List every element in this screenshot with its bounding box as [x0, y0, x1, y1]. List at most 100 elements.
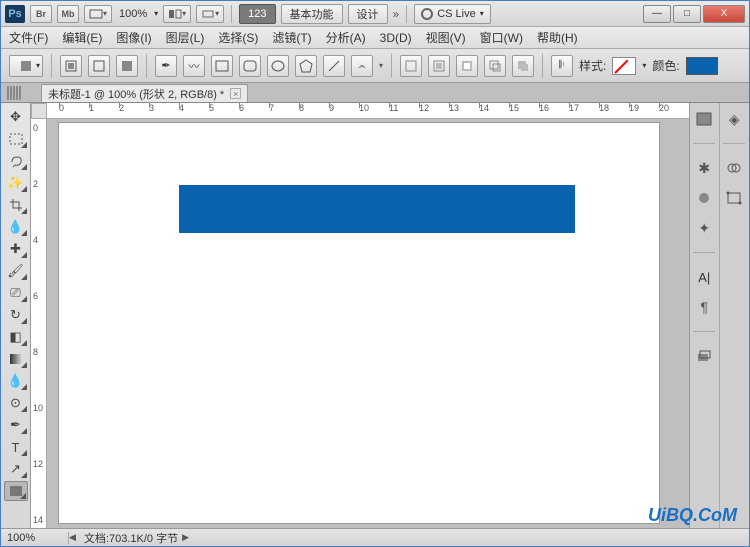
rectangle-tool[interactable]	[4, 481, 28, 501]
status-left-arrow-icon[interactable]: ◀	[69, 532, 76, 543]
ruler-origin[interactable]	[31, 103, 47, 119]
masks-panel-icon[interactable]	[693, 188, 715, 208]
pen-icon[interactable]: ✒	[155, 55, 177, 77]
vertical-ruler[interactable]: 02468101214	[31, 119, 47, 528]
shape-2-rectangle[interactable]	[179, 185, 575, 233]
path-add-icon[interactable]	[428, 55, 450, 77]
menu-file[interactable]: 文件(F)	[9, 29, 48, 46]
menu-3d[interactable]: 3D(D)	[380, 31, 412, 45]
custom-shape-icon[interactable]	[351, 55, 373, 77]
polygon-shape-icon[interactable]	[295, 55, 317, 77]
minibridge-button[interactable]: Mb	[57, 5, 79, 23]
tool-preset-dropdown[interactable]	[9, 55, 43, 77]
swatches-panel-icon[interactable]: ◈	[723, 109, 745, 129]
separator	[406, 5, 407, 23]
document-tabbar: 未标题-1 @ 100% (形状 2, RGB/8) * ×	[1, 83, 749, 103]
screen-mode-dropdown[interactable]	[84, 5, 112, 23]
gradient-tool[interactable]	[4, 349, 28, 369]
path-subtract-icon[interactable]	[456, 55, 478, 77]
link-icon[interactable]: 𝄆	[551, 55, 573, 77]
status-zoom[interactable]: 100%	[1, 532, 69, 544]
title-zoom-label[interactable]: 100%	[117, 8, 149, 20]
adjustments-panel-icon[interactable]: ✱	[693, 158, 715, 178]
paths-panel-icon[interactable]	[723, 188, 745, 208]
move-tool[interactable]: ✥	[4, 107, 28, 127]
fill-pixels-button[interactable]	[116, 55, 138, 77]
canvas-viewport[interactable]	[47, 119, 689, 528]
color-panel-icon[interactable]	[693, 109, 715, 129]
tab-close-icon[interactable]: ×	[230, 88, 241, 99]
separator	[391, 54, 392, 78]
document-tab[interactable]: 未标题-1 @ 100% (形状 2, RGB/8) * ×	[41, 84, 248, 102]
maximize-button[interactable]: □	[673, 5, 701, 23]
menubar: 文件(F) 编辑(E) 图像(I) 图层(L) 选择(S) 滤镜(T) 分析(A…	[1, 27, 749, 49]
menu-help[interactable]: 帮助(H)	[537, 29, 578, 46]
arrange-dropdown[interactable]	[163, 5, 191, 23]
eyedropper-tool[interactable]: 💧	[4, 217, 28, 237]
stamp-tool[interactable]: ⎚	[4, 283, 28, 303]
horizontal-ruler[interactable]: 01234567891011121314151617181920	[47, 103, 689, 119]
extras-dropdown[interactable]	[196, 5, 224, 23]
separator	[542, 54, 543, 78]
menu-select[interactable]: 选择(S)	[218, 29, 258, 46]
path-intersect-icon[interactable]	[484, 55, 506, 77]
workspace-123[interactable]: 123	[239, 4, 275, 24]
workspace-more[interactable]: »	[393, 7, 400, 21]
path-new-icon[interactable]	[400, 55, 422, 77]
options-bar: ✒ 〰 ▾ 𝄆 样式: ▾ 颜色:	[1, 49, 749, 83]
history-brush-tool[interactable]: ↻	[4, 305, 28, 325]
paragraph-panel-icon[interactable]: ¶	[693, 297, 715, 317]
cslive-icon	[421, 8, 433, 20]
ellipse-shape-icon[interactable]	[267, 55, 289, 77]
paths-button[interactable]	[88, 55, 110, 77]
style-label: 样式:	[579, 57, 606, 74]
menu-edit[interactable]: 编辑(E)	[62, 29, 102, 46]
minimize-button[interactable]: —	[643, 5, 671, 23]
lasso-tool[interactable]	[4, 151, 28, 171]
bridge-button[interactable]: Br	[30, 5, 52, 23]
path-exclude-icon[interactable]	[512, 55, 534, 77]
color-swatch[interactable]	[686, 57, 718, 75]
channels-panel-icon[interactable]	[723, 158, 745, 178]
document-tab-title: 未标题-1 @ 100% (形状 2, RGB/8) *	[48, 86, 224, 102]
menu-image[interactable]: 图像(I)	[116, 29, 151, 46]
wand-tool[interactable]: ✨	[4, 173, 28, 193]
document-canvas[interactable]	[59, 123, 659, 523]
eraser-tool[interactable]: ◧	[4, 327, 28, 347]
freeform-pen-icon[interactable]: 〰	[183, 55, 205, 77]
status-doc-label: 文档:703.1K/0 字节	[84, 530, 178, 546]
rectangle-shape-icon[interactable]	[211, 55, 233, 77]
close-button[interactable]: X	[703, 5, 745, 23]
tabbar-grip-icon[interactable]	[7, 86, 33, 100]
cs-live-button[interactable]: CS Live ▾	[414, 4, 491, 24]
status-doc-info[interactable]: 文档:703.1K/0 字节 ▶	[76, 530, 197, 546]
layers-panel-icon[interactable]	[693, 346, 715, 366]
workspace: ✥ ✨ 💧 ✚ 🖌 ⎚ ↻ ◧ 💧 ⊙ ✒ T ↗ 01234567891011…	[1, 103, 749, 528]
menu-layer[interactable]: 图层(L)	[166, 29, 205, 46]
titlebar: Ps Br Mb 100%▾ 123 基本功能 设计 » CS Live ▾ —…	[1, 1, 749, 27]
pen-tool[interactable]: ✒	[4, 415, 28, 435]
marquee-tool[interactable]	[4, 129, 28, 149]
dodge-tool[interactable]: ⊙	[4, 393, 28, 413]
menu-filter[interactable]: 滤镜(T)	[272, 29, 311, 46]
character-panel-icon[interactable]: A|	[693, 267, 715, 287]
cslive-label: CS Live	[437, 8, 476, 20]
style-swatch[interactable]	[612, 57, 636, 75]
styles-panel-icon[interactable]: ✦	[693, 218, 715, 238]
path-select-tool[interactable]: ↗	[4, 459, 28, 479]
type-tool[interactable]: T	[4, 437, 28, 457]
toolbox: ✥ ✨ 💧 ✚ 🖌 ⎚ ↻ ◧ 💧 ⊙ ✒ T ↗	[1, 103, 31, 528]
menu-view[interactable]: 视图(V)	[426, 29, 466, 46]
shape-layers-button[interactable]	[60, 55, 82, 77]
workspace-basic[interactable]: 基本功能	[281, 4, 343, 24]
blur-tool[interactable]: 💧	[4, 371, 28, 391]
menu-window[interactable]: 窗口(W)	[480, 29, 523, 46]
photoshop-logo-icon: Ps	[5, 5, 25, 23]
crop-tool[interactable]	[4, 195, 28, 215]
brush-tool[interactable]: 🖌	[4, 261, 28, 281]
menu-analysis[interactable]: 分析(A)	[326, 29, 366, 46]
rounded-rect-shape-icon[interactable]	[239, 55, 261, 77]
healing-tool[interactable]: ✚	[4, 239, 28, 259]
workspace-design[interactable]: 设计	[348, 4, 388, 24]
line-shape-icon[interactable]	[323, 55, 345, 77]
